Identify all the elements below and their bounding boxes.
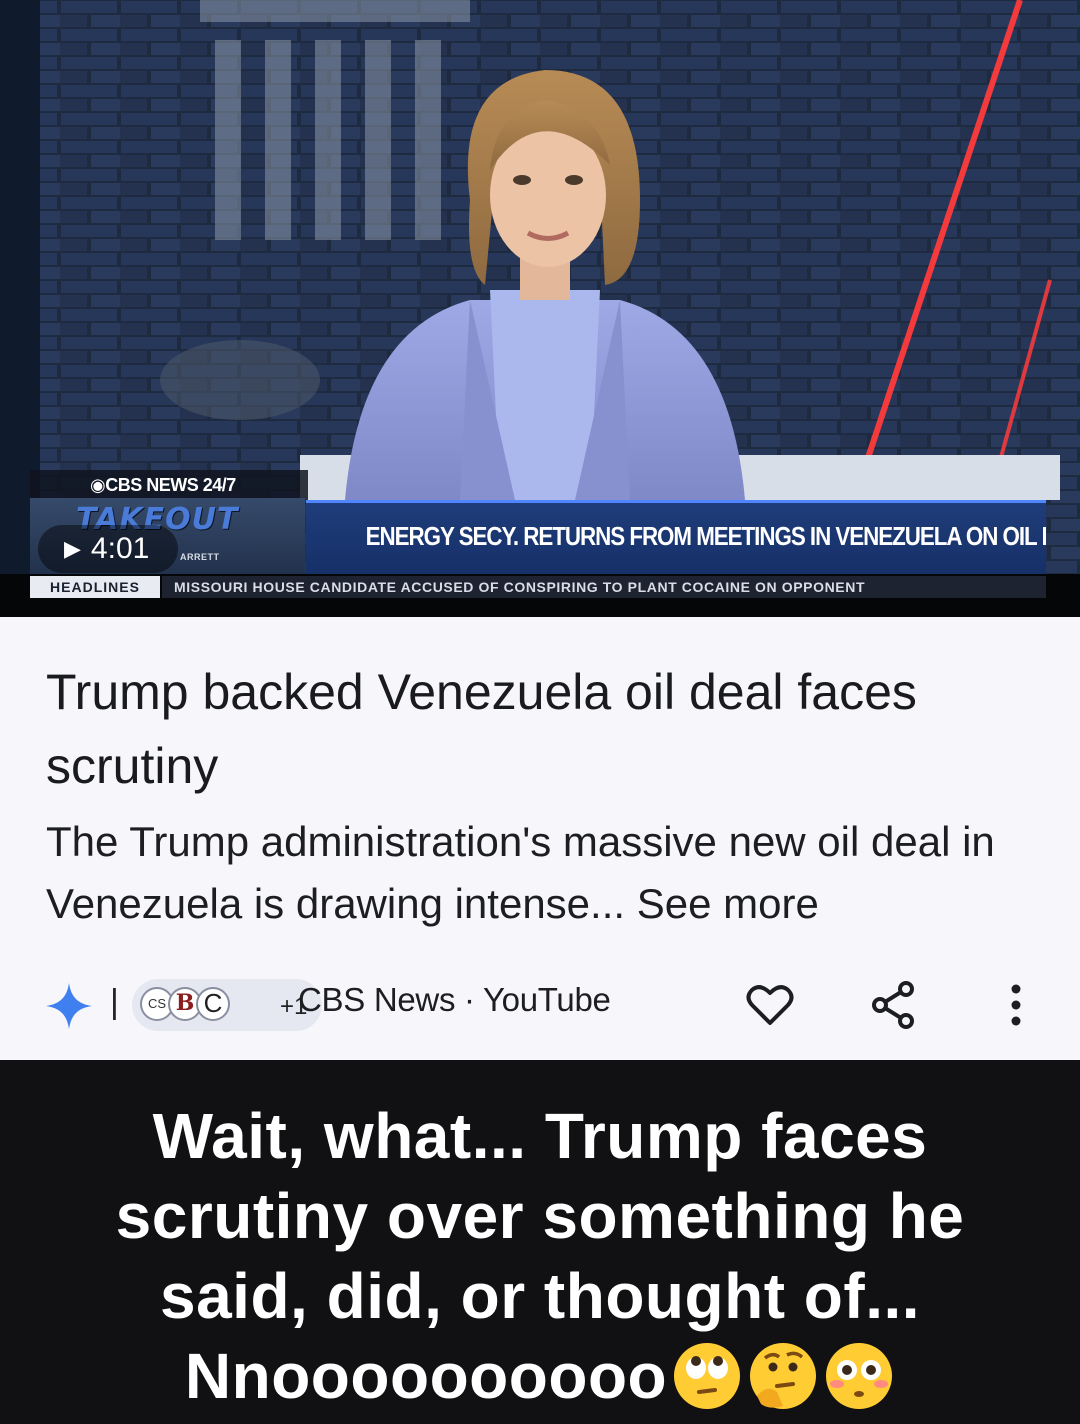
meme-caption: Wait, what... Trump faces scrutiny over … xyxy=(0,1060,1080,1424)
video-duration-badge: ▶ 4:01 xyxy=(38,525,178,573)
source-label[interactable]: CBS News · YouTube xyxy=(298,981,611,1019)
news-card[interactable]: Trump backed Venezuela oil deal faces sc… xyxy=(0,617,1080,1060)
sparkle-icon[interactable] xyxy=(44,981,94,1031)
video-thumbnail[interactable]: ◉CBS NEWS 24/7 TAKEOUT ARRETT ▶ 4:01 ENER… xyxy=(0,0,1080,617)
source-avatar-3: C xyxy=(196,987,230,1021)
ticker-text: MISSOURI HOUSE CANDIDATE ACCUSED OF CONS… xyxy=(162,576,1046,598)
network-logo: ◉CBS NEWS 24/7 xyxy=(30,470,308,500)
flushed-face-emoji xyxy=(826,1343,893,1409)
duration-text: 4:01 xyxy=(90,532,150,565)
caption-text-block: Wait, what... Trump faces scrutiny over … xyxy=(40,1096,1040,1416)
face-with-rolling-eyes-emoji xyxy=(674,1343,741,1409)
card-meta-row: | CS B C +1 CBS News · YouTube xyxy=(44,977,1044,1033)
source-icons-group[interactable]: CS B C +1 xyxy=(132,979,322,1031)
card-snippet: The Trump administration's massive new o… xyxy=(46,811,1036,935)
thinking-face-emoji xyxy=(750,1343,817,1409)
see-more-link[interactable]: See more xyxy=(637,880,819,927)
card-title[interactable]: Trump backed Venezuela oil deal faces sc… xyxy=(46,655,1036,803)
snippet-text: The Trump administration's massive new o… xyxy=(46,818,995,927)
headline-text: ENERGY SECY. RETURNS FROM MEETINGS IN VE… xyxy=(365,521,1046,551)
show-host: ARRETT xyxy=(180,552,220,562)
divider: | xyxy=(110,983,119,1021)
news-ticker: HEADLINES MISSOURI HOUSE CANDIDATE ACCUS… xyxy=(0,574,1080,617)
play-icon: ▶ xyxy=(64,536,81,561)
ticker-label: HEADLINES xyxy=(30,576,160,598)
heart-icon[interactable] xyxy=(742,977,798,1033)
lower-third-headline: ENERGY SECY. RETURNS FROM MEETINGS IN VE… xyxy=(306,500,1046,574)
share-icon[interactable] xyxy=(866,977,922,1033)
more-vert-icon[interactable] xyxy=(988,977,1044,1033)
